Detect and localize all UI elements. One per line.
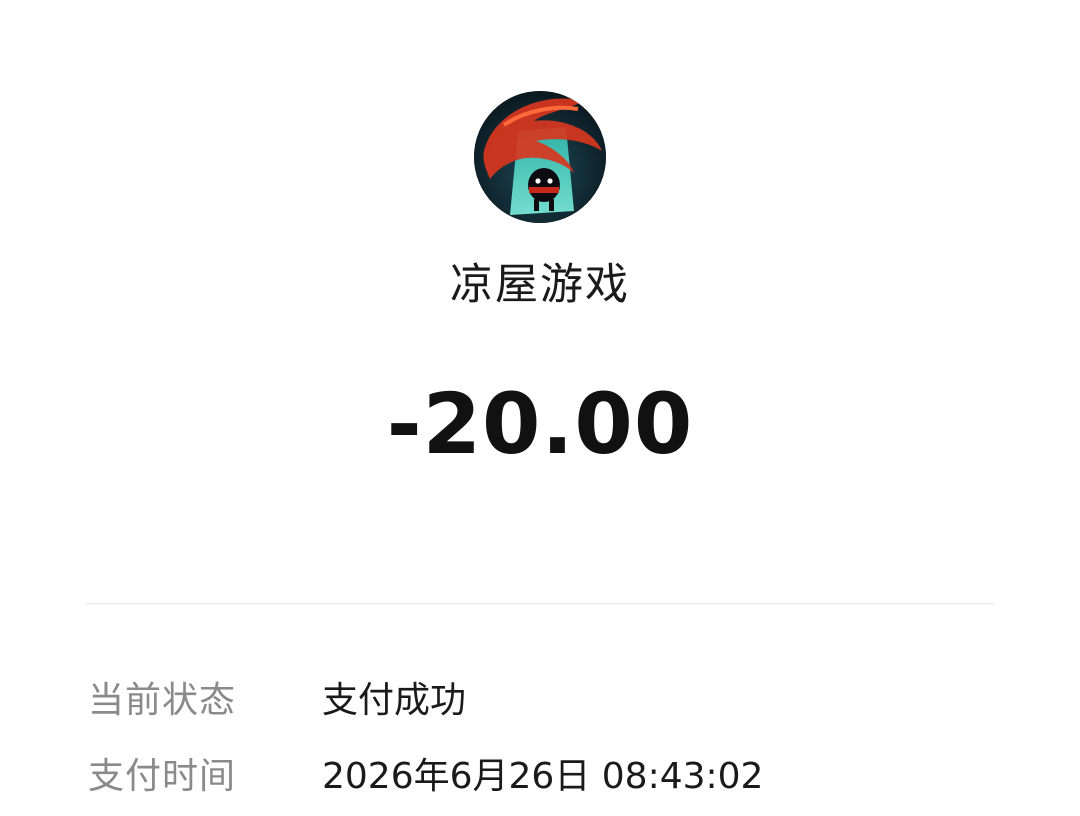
status-value: 支付成功 — [322, 680, 467, 721]
payment-time-value: 2026年6月26日 08:43:02 — [322, 756, 764, 797]
payment-time-row: 支付时间 2026年6月26日 08:43:02 — [88, 745, 1008, 801]
status-label: 当前状态 — [88, 680, 237, 721]
divider — [86, 603, 994, 604]
status-row: 当前状态 支付成功 — [88, 669, 1008, 725]
merchant-name: 凉屋游戏 — [450, 260, 630, 310]
payment-time-label: 支付时间 — [88, 756, 237, 797]
merchant-avatar[interactable] — [474, 91, 606, 223]
game-logo-icon — [474, 91, 606, 223]
payment-detail-page: 凉屋游戏 -20.00 当前状态 支付成功 支付时间 2026年6月26日 08… — [0, 0, 1080, 816]
payment-amount: -20.00 — [386, 375, 694, 473]
